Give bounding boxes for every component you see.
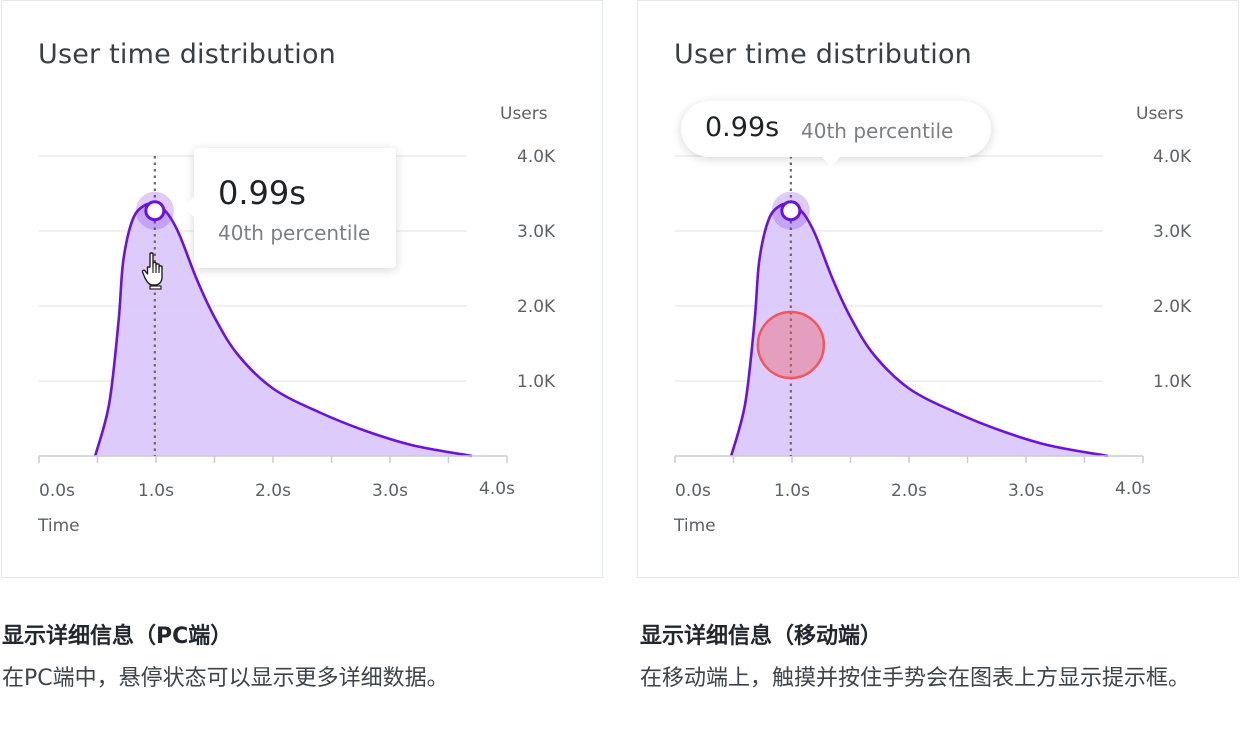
x-tick-label: 1.0s: [138, 481, 174, 501]
tooltip-percentile: 40th percentile: [218, 221, 371, 245]
y-tick-label: 2.0K: [517, 297, 556, 317]
x-axis-title: Time: [37, 516, 80, 536]
area-chart-pc[interactable]: 1.0K 2.0K 3.0K 4.0K Users 0.0s 1.0s 2.0s 3.0s 4.0…: [2, 1, 604, 579]
touch-indicator: [756, 310, 826, 380]
x-tick-label: 0.0s: [39, 481, 75, 501]
y-axis-title: Users: [1136, 104, 1184, 124]
x-tick-label: 2.0s: [891, 481, 927, 501]
y-tick-label: 1.0K: [517, 372, 556, 392]
x-tick-label: 1.0s: [774, 481, 810, 501]
tooltip-value: 0.99s: [705, 112, 780, 143]
y-axis-title: Users: [500, 104, 548, 124]
tooltip-arrow: [184, 196, 195, 218]
chart-card-mobile: User time distribution 1.0K 2.0K 3.0K 4.0K U…: [637, 0, 1239, 578]
x-tick-label: 4.0s: [479, 479, 515, 499]
x-tick-label: 2.0s: [255, 481, 291, 501]
tooltip: 0.99s 40th percentile: [184, 148, 396, 268]
y-tick-label: 2.0K: [1153, 297, 1192, 317]
y-tick-label: 1.0K: [1153, 372, 1192, 392]
x-axis-title: Time: [673, 516, 716, 536]
caption-text: 在PC端中，悬停状态可以显示更多详细数据。: [2, 666, 449, 691]
tooltip: 0.99s 40th percentile: [681, 101, 991, 167]
x-tick-label: 3.0s: [372, 481, 408, 501]
y-tick-label: 4.0K: [1153, 147, 1192, 167]
tooltip-value: 0.99s: [218, 174, 306, 212]
caption-title: 显示详细信息（移动端）: [640, 624, 883, 649]
y-tick-label: 3.0K: [517, 222, 556, 242]
y-tick-label: 3.0K: [1153, 222, 1192, 242]
x-tick-label: 0.0s: [675, 481, 711, 501]
caption-pc: 显示详细信息（PC端） 在PC端中，悬停状态可以显示更多详细数据。: [2, 618, 602, 698]
caption-title: 显示详细信息（PC端）: [2, 624, 233, 649]
area-chart-mobile[interactable]: 1.0K 2.0K 3.0K 4.0K Users 0.0s 1.0s 2.0s 3.0s 4.0…: [638, 1, 1240, 579]
hand-pointer-icon: [141, 251, 169, 295]
y-tick-label: 4.0K: [517, 147, 556, 167]
caption-mobile: 显示详细信息（移动端） 在移动端上，触摸并按住手势会在图表上方显示提示框。: [640, 618, 1235, 698]
x-tick-label: 4.0s: [1115, 479, 1151, 499]
tooltip-percentile: 40th percentile: [801, 119, 954, 143]
highlight-point: [144, 200, 166, 222]
chart-card-pc: User time distribution 1.0K 2.0K 3.0K 4.0K U…: [1, 0, 603, 578]
x-tick-label: 3.0s: [1008, 481, 1044, 501]
highlight-point: [780, 200, 802, 222]
caption-text: 在移动端上，触摸并按住手势会在图表上方显示提示框。: [640, 666, 1191, 691]
tooltip-arrow: [821, 156, 841, 167]
